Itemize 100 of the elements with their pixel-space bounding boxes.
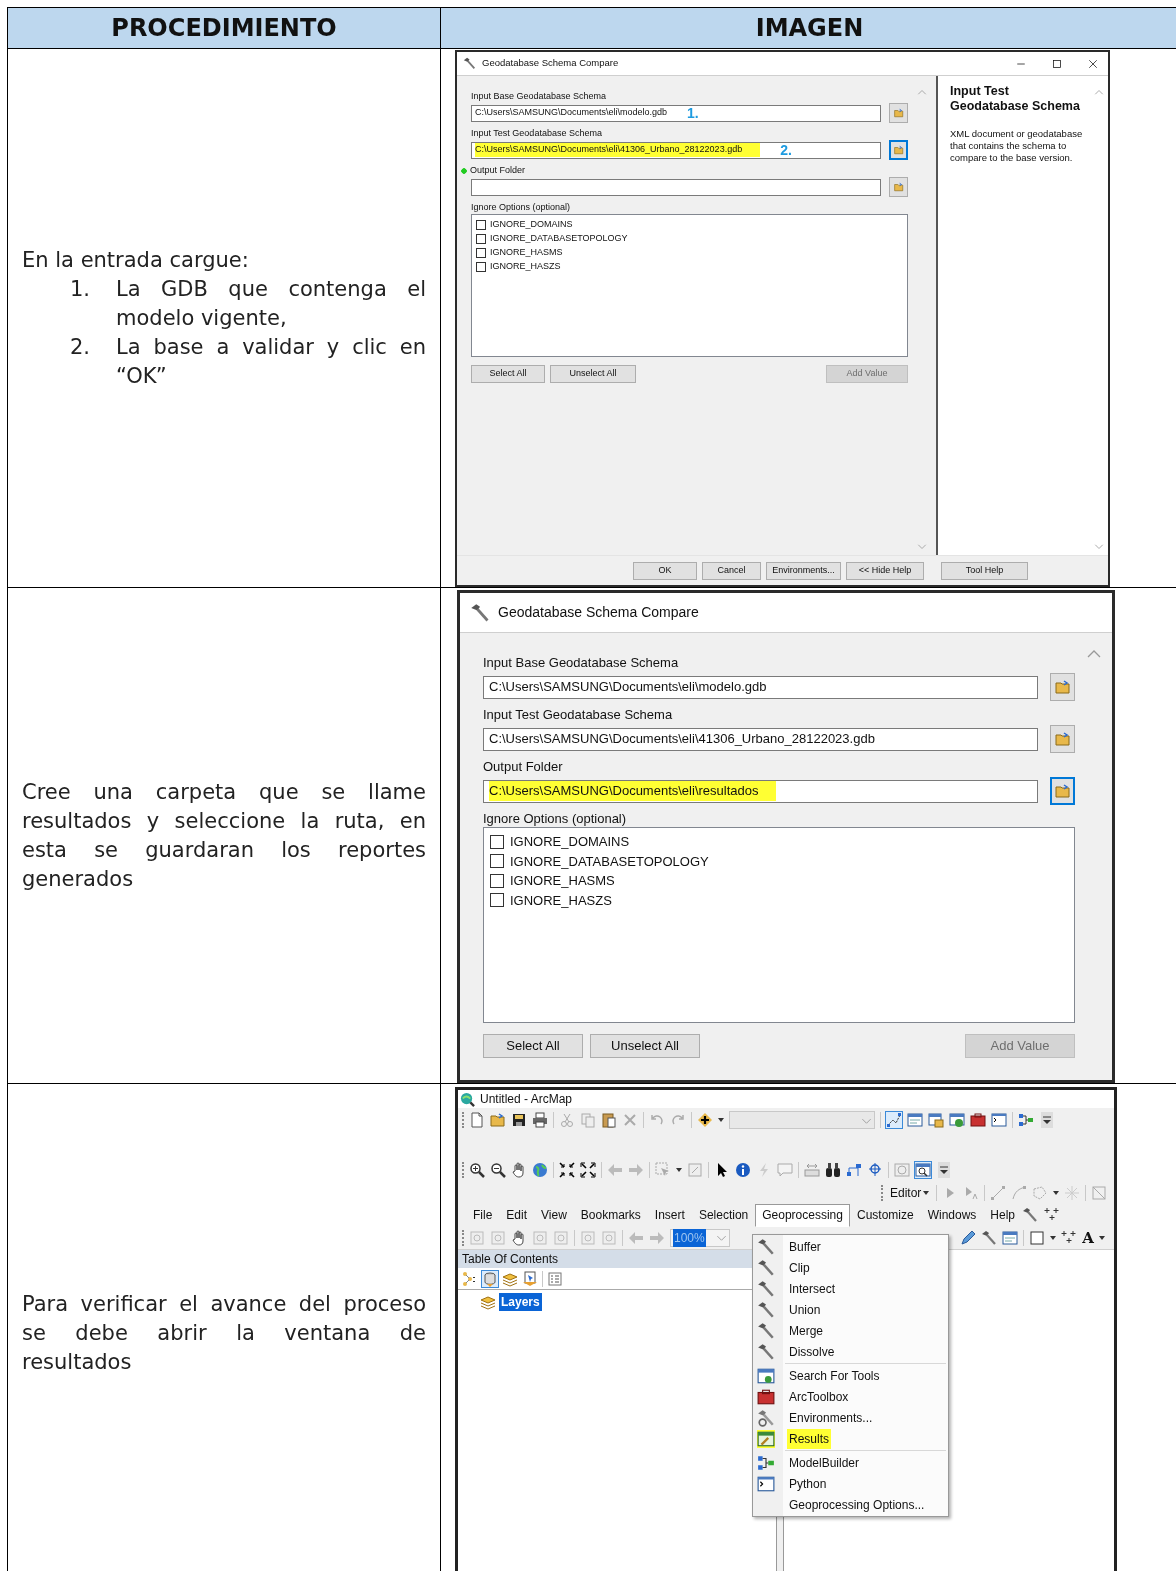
browse-button[interactable] <box>889 177 908 197</box>
dialog-button[interactable]: << Hide Help <box>846 561 924 580</box>
menu-item[interactable]: Environments... <box>753 1407 948 1428</box>
close-icon[interactable] <box>1088 58 1098 69</box>
dialog-button[interactable]: Tool Help <box>941 561 1028 580</box>
menu-item[interactable]: Edit <box>499 1203 535 1227</box>
add-data-icon[interactable] <box>697 1112 713 1128</box>
menu-item[interactable]: File <box>466 1203 500 1227</box>
open-folder-icon[interactable] <box>490 1112 506 1128</box>
menu-item[interactable]: Customize <box>849 1203 921 1227</box>
layer-item[interactable]: Layers <box>499 1293 542 1311</box>
save-icon[interactable] <box>511 1112 527 1128</box>
hammer-icon[interactable] <box>1022 1207 1039 1223</box>
edit-vertices-icon[interactable] <box>886 1112 902 1128</box>
dialog-button[interactable]: OK <box>633 561 697 580</box>
path-field[interactable] <box>471 178 881 196</box>
dialog-button[interactable]: Unselect All <box>550 365 636 383</box>
menu-item[interactable]: Python <box>753 1473 948 1494</box>
hammer-icon[interactable] <box>981 1229 998 1246</box>
path-field[interactable]: C:\Users\SAMSUNG\Documents\eli\resultados <box>483 779 1038 803</box>
checkbox[interactable] <box>490 873 504 888</box>
caret-icon[interactable] <box>1099 1235 1105 1240</box>
menu-item[interactable]: Selection <box>691 1203 756 1227</box>
menu-item[interactable]: Results <box>753 1428 948 1449</box>
pan-icon[interactable] <box>511 1229 527 1246</box>
menu-item[interactable]: Merge <box>753 1320 948 1341</box>
tree-dots-icon[interactable] <box>462 1270 478 1287</box>
new-document-icon[interactable] <box>469 1112 485 1128</box>
path-field[interactable]: C:\Users\SAMSUNG\Documents\eli\41306_Urbano_28122023.gdb 2. <box>471 141 881 159</box>
checkbox[interactable] <box>476 234 486 244</box>
menu-item[interactable]: Bookmarks <box>573 1203 648 1227</box>
browse-button[interactable] <box>1050 777 1075 805</box>
browse-button[interactable] <box>889 140 908 160</box>
dialog-button[interactable]: Unselect All <box>590 1034 700 1058</box>
browse-button[interactable] <box>1050 673 1075 701</box>
menu-item[interactable]: Geoprocessing <box>755 1203 850 1227</box>
zoom-out-icon[interactable] <box>490 1162 506 1178</box>
menu-item[interactable]: Windows <box>920 1203 984 1227</box>
menu-item[interactable]: View <box>534 1203 574 1227</box>
checkbox[interactable] <box>476 220 486 230</box>
text-tool[interactable]: A <box>1082 1228 1094 1247</box>
path-field[interactable]: C:\Users\SAMSUNG\Documents\eli\modelo.gdb 1. <box>471 104 881 122</box>
layers-icon[interactable] <box>502 1270 518 1287</box>
page-arrow-icon[interactable] <box>522 1270 538 1287</box>
menu-item[interactable]: Geoprocessing Options... <box>753 1494 948 1515</box>
checkbox[interactable] <box>490 834 504 849</box>
path-field[interactable]: C:\Users\SAMSUNG\Documents\eli\41306_Urbano_28122023.gdb <box>483 727 1038 751</box>
menu-item[interactable]: Union <box>753 1299 948 1320</box>
zoom-in-icon[interactable] <box>469 1162 485 1178</box>
path-field[interactable]: C:\Users\SAMSUNG\Documents\eli\modelo.gdb <box>483 675 1038 699</box>
dropdown-field[interactable] <box>729 1111 875 1129</box>
menu-item[interactable]: ArcToolbox <box>753 1386 948 1407</box>
caret-icon[interactable] <box>1050 1235 1057 1240</box>
dialog-button[interactable]: Environments... <box>766 561 841 580</box>
sparkle-icon[interactable] <box>1044 1207 1061 1223</box>
menu-item[interactable]: Dissolve <box>753 1341 948 1362</box>
browse-button[interactable] <box>1050 725 1075 753</box>
window-globe-icon[interactable] <box>949 1112 965 1128</box>
console-window-icon[interactable] <box>991 1112 1007 1128</box>
menu-item[interactable]: ModelBuilder <box>753 1452 948 1473</box>
toolbox-icon[interactable] <box>970 1112 986 1128</box>
window-list-icon[interactable] <box>907 1112 923 1128</box>
diagram-icon[interactable] <box>1018 1112 1034 1128</box>
overflow-icon[interactable] <box>1039 1112 1055 1128</box>
dialog-button[interactable]: Select All <box>483 1034 583 1058</box>
pan-icon[interactable] <box>511 1162 527 1178</box>
binoculars-icon[interactable] <box>825 1162 841 1178</box>
window-icon[interactable] <box>1002 1229 1019 1246</box>
paste-icon[interactable] <box>601 1112 617 1128</box>
star-icon[interactable] <box>1064 1185 1081 1201</box>
route-icon[interactable] <box>846 1162 862 1178</box>
menu-item[interactable]: Insert <box>647 1203 692 1227</box>
overflow-icon[interactable] <box>936 1162 952 1178</box>
checkbox[interactable] <box>490 854 504 869</box>
pencil-icon[interactable] <box>960 1229 977 1246</box>
arrows-outward-icon[interactable] <box>580 1162 596 1178</box>
window-folder-icon[interactable] <box>928 1112 944 1128</box>
ruler-icon[interactable] <box>804 1162 820 1178</box>
caret-icon[interactable] <box>676 1168 682 1172</box>
maximize-icon[interactable] <box>1052 58 1062 69</box>
list-icon[interactable] <box>547 1270 563 1287</box>
caret-icon[interactable] <box>1053 1191 1060 1195</box>
menu-item[interactable]: Intersect <box>753 1278 948 1299</box>
arrows-inward-icon[interactable] <box>559 1162 575 1178</box>
dialog-button[interactable]: Cancel <box>702 561 761 580</box>
info-icon[interactable] <box>735 1162 751 1178</box>
checkbox[interactable] <box>476 248 486 258</box>
globe-icon[interactable] <box>532 1162 548 1178</box>
cylinder-icon[interactable] <box>482 1270 498 1287</box>
browse-button[interactable] <box>889 103 908 123</box>
menu-item[interactable]: Help <box>983 1203 1023 1227</box>
caret-icon[interactable] <box>718 1118 724 1122</box>
printer-icon[interactable] <box>532 1112 548 1128</box>
dialog-button[interactable]: Select All <box>471 365 545 383</box>
editor-menu-button[interactable]: Editor <box>888 1184 932 1202</box>
sparkle-icon[interactable] <box>1061 1229 1078 1246</box>
magnifier-window-icon[interactable] <box>915 1162 931 1178</box>
checkbox[interactable] <box>490 893 504 908</box>
checkbox[interactable] <box>476 262 486 272</box>
menu-item[interactable]: Search For Tools <box>753 1365 948 1386</box>
